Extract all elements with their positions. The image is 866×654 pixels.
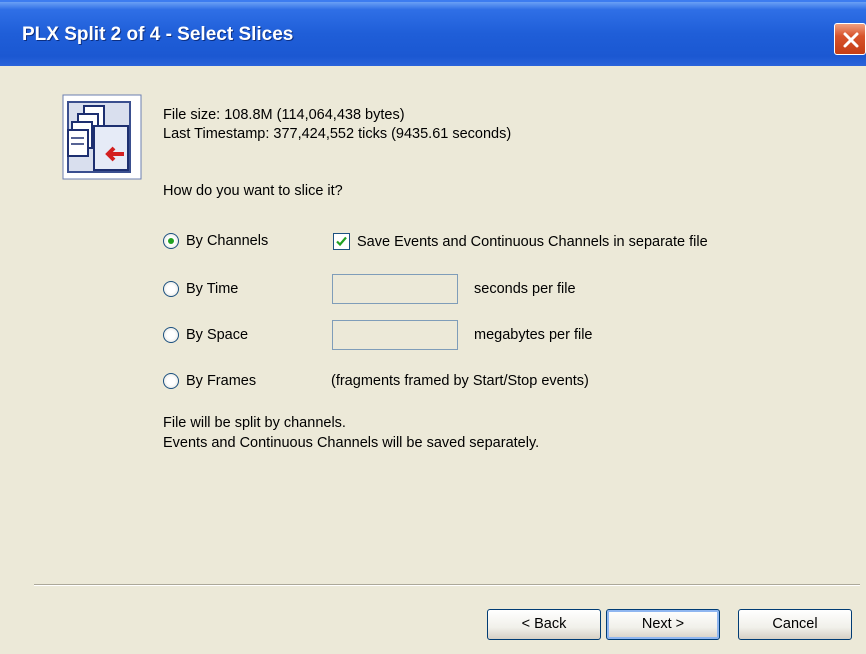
separate-file-checkbox[interactable]: Save Events and Continuous Channels in s… (333, 233, 708, 250)
separator (34, 584, 860, 586)
radio-button[interactable] (163, 281, 179, 297)
slice-question: How do you want to slice it? (163, 183, 343, 199)
close-button[interactable] (834, 23, 866, 55)
radio-label: By Channels (186, 233, 269, 249)
last-timestamp-text: Last Timestamp: 377,424,552 ticks (9435.… (163, 126, 512, 142)
checkmark-icon (336, 236, 347, 247)
radio-label: By Time (186, 281, 239, 297)
file-size-text: File size: 108.8M (114,064,438 bytes) (163, 107, 405, 123)
frames-note: (fragments framed by Start/Stop events) (331, 373, 589, 389)
radio-by-frames[interactable]: By Frames (163, 373, 256, 389)
file-info: File size: 108.8M (114,064,438 bytes) La… (163, 106, 511, 144)
dialog-window: PLX Split 2 of 4 - Select Slices File si… (0, 0, 866, 654)
radio-label: By Frames (186, 373, 257, 389)
back-button[interactable]: < Back (487, 609, 601, 640)
radio-button-checked[interactable] (163, 233, 179, 249)
megabytes-per-file-input[interactable] (332, 320, 458, 350)
split-status: File will be split by channels. Events a… (163, 413, 539, 453)
split-documents-icon (62, 94, 142, 180)
seconds-per-file-input[interactable] (332, 274, 458, 304)
radio-by-time[interactable]: By Time (163, 281, 238, 297)
radio-by-channels[interactable]: By Channels (163, 233, 268, 249)
radio-label: By Space (186, 327, 249, 343)
radio-by-space[interactable]: By Space (163, 327, 248, 343)
status-line-1: File will be split by channels. (163, 415, 346, 431)
checkbox-label: Save Events and Continuous Channels in s… (357, 233, 708, 250)
cancel-button[interactable]: Cancel (738, 609, 852, 640)
title-bar[interactable]: PLX Split 2 of 4 - Select Slices (0, 0, 866, 66)
seconds-per-file-label: seconds per file (474, 281, 576, 297)
next-button[interactable]: Next > (606, 609, 720, 640)
status-line-2: Events and Continuous Channels will be s… (163, 435, 540, 451)
megabytes-per-file-label: megabytes per file (474, 327, 593, 343)
checkbox-box[interactable] (333, 233, 350, 250)
close-icon (843, 32, 859, 48)
radio-button[interactable] (163, 373, 179, 389)
radio-button[interactable] (163, 327, 179, 343)
window-title: PLX Split 2 of 4 - Select Slices (22, 24, 294, 45)
